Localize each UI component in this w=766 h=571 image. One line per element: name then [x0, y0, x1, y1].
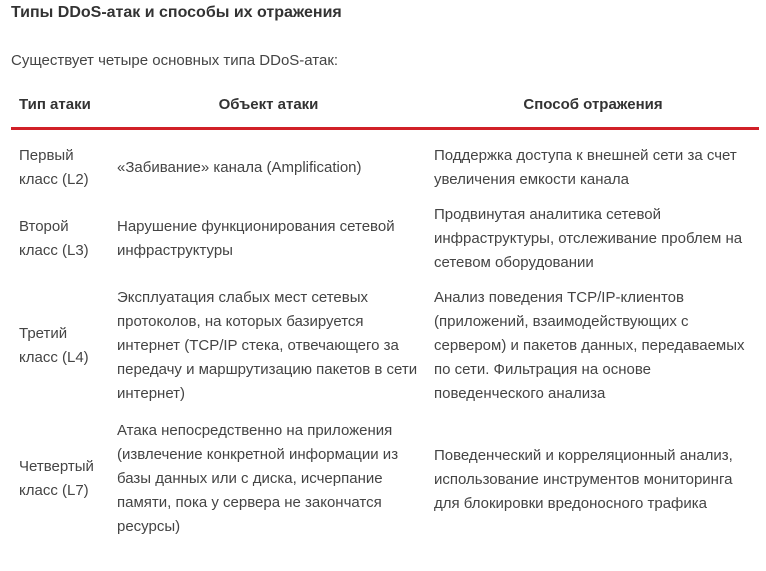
defense-method-cell: Поддержка доступа к внешней сети за счет…: [434, 147, 737, 188]
defense-method-cell: Анализ поведения TCP/IP-клиентов (прилож…: [434, 289, 745, 402]
attack-class-cell: Четвертый класс (L7): [19, 458, 94, 499]
attack-object-cell: Эксплуатация слабых мест сетевых протоко…: [117, 289, 418, 402]
attack-object-cell: Нарушение функционирования сетевой инфра…: [117, 218, 395, 259]
header-attack-object: Объект атаки: [110, 87, 427, 130]
header-defense-method: Способ отражения: [427, 87, 759, 130]
attack-class-cell: Второй класс (L3): [19, 218, 89, 259]
attack-object-cell: Атака непосредственно на приложения (изв…: [117, 422, 399, 535]
table-row: Третий класс (L4) Эксплуатация слабых ме…: [11, 278, 759, 414]
defense-method-cell: Поведенческий и корреляционный анализ, и…: [434, 447, 733, 512]
table-row: Четвертый класс (L7) Атака непосредствен…: [11, 414, 759, 544]
ddos-attack-types-table: Тип атаки Объект атаки Способ отражения …: [11, 87, 759, 544]
intro-text: Существует четыре основных типа DDoS-ата…: [11, 52, 339, 69]
table-header-row: Тип атаки Объект атаки Способ отражения: [11, 87, 759, 130]
table-row: Второй класс (L3) Нарушение функциониров…: [11, 200, 759, 278]
table-row: Первый класс (L2) «Забивание» канала (Am…: [11, 129, 759, 201]
attack-class-cell: Первый класс (L2): [19, 147, 89, 188]
defense-method-cell: Продвинутая аналитика сетевой инфраструк…: [434, 206, 743, 271]
attack-class-cell: Третий класс (L4): [19, 325, 89, 366]
article-title: Типы DDoS-атак и способы их отражения: [11, 4, 342, 21]
header-attack-type: Тип атаки: [11, 87, 110, 130]
attack-object-cell: «Забивание» канала (Amplification): [117, 159, 362, 176]
